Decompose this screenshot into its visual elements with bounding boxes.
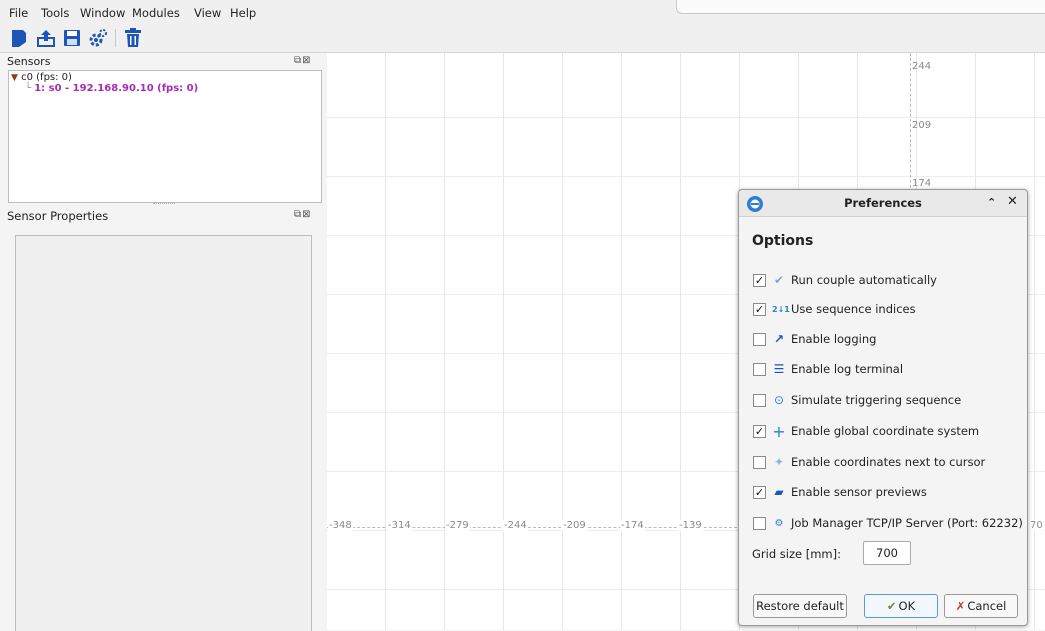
expand-arrow-icon[interactable]: ▼ bbox=[11, 73, 18, 83]
tcpip-icon: ⚙ bbox=[774, 517, 784, 529]
checkbox[interactable]: ✓ bbox=[753, 302, 766, 316]
y-tick-label: 209 bbox=[912, 120, 932, 131]
tree-child[interactable]: └ 1: s0 - 192.168.90.10 (fps: 0) bbox=[25, 83, 198, 94]
option-job-manager[interactable]: ⚙ Job Manager TCP/IP Server (Port: 62232… bbox=[753, 515, 1023, 531]
close-icon[interactable]: ⊠ bbox=[302, 55, 311, 66]
crosshair-icon: + bbox=[772, 421, 786, 441]
x-tick-label: -279 bbox=[445, 520, 470, 531]
preferences-dialog: Preferences ⌃ ✕ Options ✓ ✔ Run couple a… bbox=[738, 189, 1028, 626]
y-tick-label: 174 bbox=[912, 178, 932, 189]
option-label: Use sequence indices bbox=[791, 302, 916, 316]
close-icon[interactable]: ✕ bbox=[1007, 194, 1018, 209]
option-label: Enable global coordinate system bbox=[791, 424, 980, 438]
settings-icon[interactable] bbox=[87, 27, 109, 49]
option-run-couple[interactable]: ✓ ✔ Run couple automatically bbox=[753, 272, 937, 288]
tree-child-label: 1: s0 - 192.168.90.10 (fps: 0) bbox=[34, 83, 199, 94]
y-tick-label: 244 bbox=[912, 61, 932, 72]
x-tick-label: -244 bbox=[503, 520, 528, 531]
option-label: Enable sensor previews bbox=[791, 485, 927, 499]
menu-view[interactable]: View bbox=[194, 6, 221, 20]
checkbox[interactable] bbox=[753, 393, 766, 407]
checkbox[interactable]: ✓ bbox=[753, 273, 766, 287]
button-label: Restore default bbox=[756, 599, 844, 613]
dialog-title: Preferences bbox=[844, 196, 922, 210]
ok-icon: ✔ bbox=[886, 599, 897, 613]
x-tick-label: -209 bbox=[562, 520, 587, 531]
cancel-icon: ✗ bbox=[955, 599, 966, 613]
menu-help[interactable]: Help bbox=[230, 6, 256, 20]
toolbar-separator bbox=[115, 29, 116, 47]
sensor-properties-area bbox=[15, 235, 312, 631]
option-cursor-coords[interactable]: ✦ Enable coordinates next to cursor bbox=[753, 454, 985, 470]
option-log-terminal[interactable]: ☰ Enable log terminal bbox=[753, 361, 903, 377]
float-icon[interactable]: ⧉ bbox=[294, 55, 302, 66]
export-icon[interactable] bbox=[35, 27, 57, 49]
tree-branch-icon: └ bbox=[25, 83, 32, 94]
x-tick-label: 70 bbox=[1029, 520, 1044, 531]
y-axis bbox=[910, 53, 911, 203]
checkbox[interactable] bbox=[753, 332, 766, 346]
float-icon[interactable]: ⧉ bbox=[294, 209, 302, 220]
dialog-titlebar[interactable]: Preferences ⌃ ✕ bbox=[739, 190, 1027, 217]
checkbox[interactable]: ✓ bbox=[753, 485, 766, 499]
grid-size-label: Grid size [mm]: bbox=[752, 547, 841, 561]
option-label: Enable log terminal bbox=[791, 362, 904, 376]
terminal-icon: ☰ bbox=[773, 362, 785, 376]
checkbox[interactable] bbox=[753, 362, 766, 376]
menu-window[interactable]: Window bbox=[80, 6, 125, 20]
window-edge bbox=[676, 0, 1045, 14]
sensors-pane-controls[interactable]: ⧉⊠ bbox=[294, 55, 312, 66]
log-file-icon: ↗ bbox=[773, 332, 785, 346]
trigger-icon: ⊙ bbox=[773, 393, 785, 407]
option-logging[interactable]: ↗ Enable logging bbox=[753, 331, 876, 347]
tree-root[interactable]: ▼ c0 (fps: 0) bbox=[11, 72, 72, 83]
grid-size-input[interactable]: 700 bbox=[863, 541, 911, 565]
menu-tools[interactable]: Tools bbox=[41, 6, 69, 20]
x-tick-label: -348 bbox=[328, 520, 353, 531]
option-label: Run couple automatically bbox=[791, 273, 937, 287]
ok-button[interactable]: ✔ OK bbox=[864, 594, 938, 618]
option-label: Enable coordinates next to cursor bbox=[791, 455, 986, 469]
splitter-handle[interactable] bbox=[153, 203, 175, 205]
close-icon[interactable]: ⊠ bbox=[302, 209, 311, 220]
save-icon[interactable] bbox=[61, 27, 83, 49]
checkbox[interactable]: ✓ bbox=[753, 424, 766, 438]
preview-icon: ▰ bbox=[774, 485, 784, 499]
option-label: Simulate triggering sequence bbox=[791, 393, 962, 407]
props-pane-controls[interactable]: ⧉⊠ bbox=[294, 209, 312, 220]
sensors-pane-title: Sensors bbox=[7, 55, 51, 68]
tree-root-label: c0 (fps: 0) bbox=[21, 72, 72, 83]
checkbox[interactable] bbox=[753, 516, 766, 530]
collapse-icon[interactable]: ⌃ bbox=[987, 196, 996, 209]
menu-file[interactable]: File bbox=[9, 6, 28, 20]
x-tick-label: -139 bbox=[678, 520, 703, 531]
props-pane-title: Sensor Properties bbox=[7, 209, 109, 223]
option-global-coords[interactable]: ✓ + Enable global coordinate system bbox=[753, 421, 980, 441]
checkbox[interactable] bbox=[753, 455, 766, 469]
delete-icon[interactable] bbox=[122, 27, 144, 49]
sequence-icon: 2↓1 bbox=[772, 304, 790, 314]
cursor-crosshair-icon: ✦ bbox=[773, 455, 785, 469]
cancel-button[interactable]: ✗ Cancel bbox=[944, 594, 1018, 618]
option-label: Enable logging bbox=[791, 332, 877, 346]
new-icon[interactable] bbox=[8, 27, 30, 49]
x-tick-label: -314 bbox=[387, 520, 412, 531]
button-label: OK bbox=[898, 599, 916, 613]
sensors-tree: ▼ c0 (fps: 0) └ 1: s0 - 192.168.90.10 (f… bbox=[8, 70, 322, 203]
checkmark-icon: ✔ bbox=[773, 273, 785, 287]
x-tick-label: -174 bbox=[620, 520, 645, 531]
restore-default-button[interactable]: Restore default bbox=[753, 594, 847, 618]
options-heading: Options bbox=[752, 233, 814, 249]
option-simulate-triggering[interactable]: ⊙ Simulate triggering sequence bbox=[753, 392, 961, 408]
option-sequence-indices[interactable]: ✓ 2↓1 Use sequence indices bbox=[753, 301, 916, 317]
option-sensor-previews[interactable]: ✓ ▰ Enable sensor previews bbox=[753, 484, 927, 500]
toolbar bbox=[0, 24, 1045, 53]
button-label: Cancel bbox=[967, 599, 1007, 613]
option-label: Job Manager TCP/IP Server (Port: 62232) bbox=[791, 516, 1023, 530]
menu-modules[interactable]: Modules bbox=[132, 6, 180, 20]
